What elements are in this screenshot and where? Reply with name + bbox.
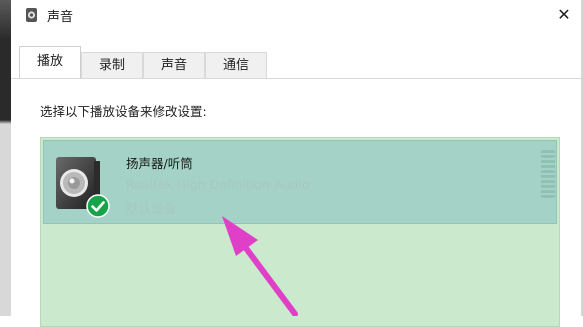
speaker-app-icon	[26, 8, 37, 22]
tab-sounds[interactable]: 声音	[143, 52, 205, 78]
annotation-arrow-icon	[222, 216, 298, 316]
instruction-text: 选择以下播放设备来修改设置:	[40, 104, 207, 119]
tab-recording[interactable]: 录制	[81, 52, 143, 78]
device-name: 扬声器/听筒	[126, 156, 193, 171]
tab-strip: 播放 录制 声音 通信	[11, 46, 581, 79]
window-title: 声音	[47, 10, 74, 25]
title-bar: 声音 ✕	[11, 0, 581, 30]
device-driver: Realtek High Definition Audio	[126, 177, 310, 192]
tab-playback[interactable]: 播放	[19, 46, 81, 79]
volume-level-meter	[541, 150, 555, 202]
close-button[interactable]: ✕	[553, 4, 575, 26]
background-window-edge	[0, 0, 11, 316]
device-status: 默认设备	[126, 201, 177, 216]
tab-communications[interactable]: 通信	[205, 52, 267, 78]
default-check-icon	[86, 194, 110, 218]
